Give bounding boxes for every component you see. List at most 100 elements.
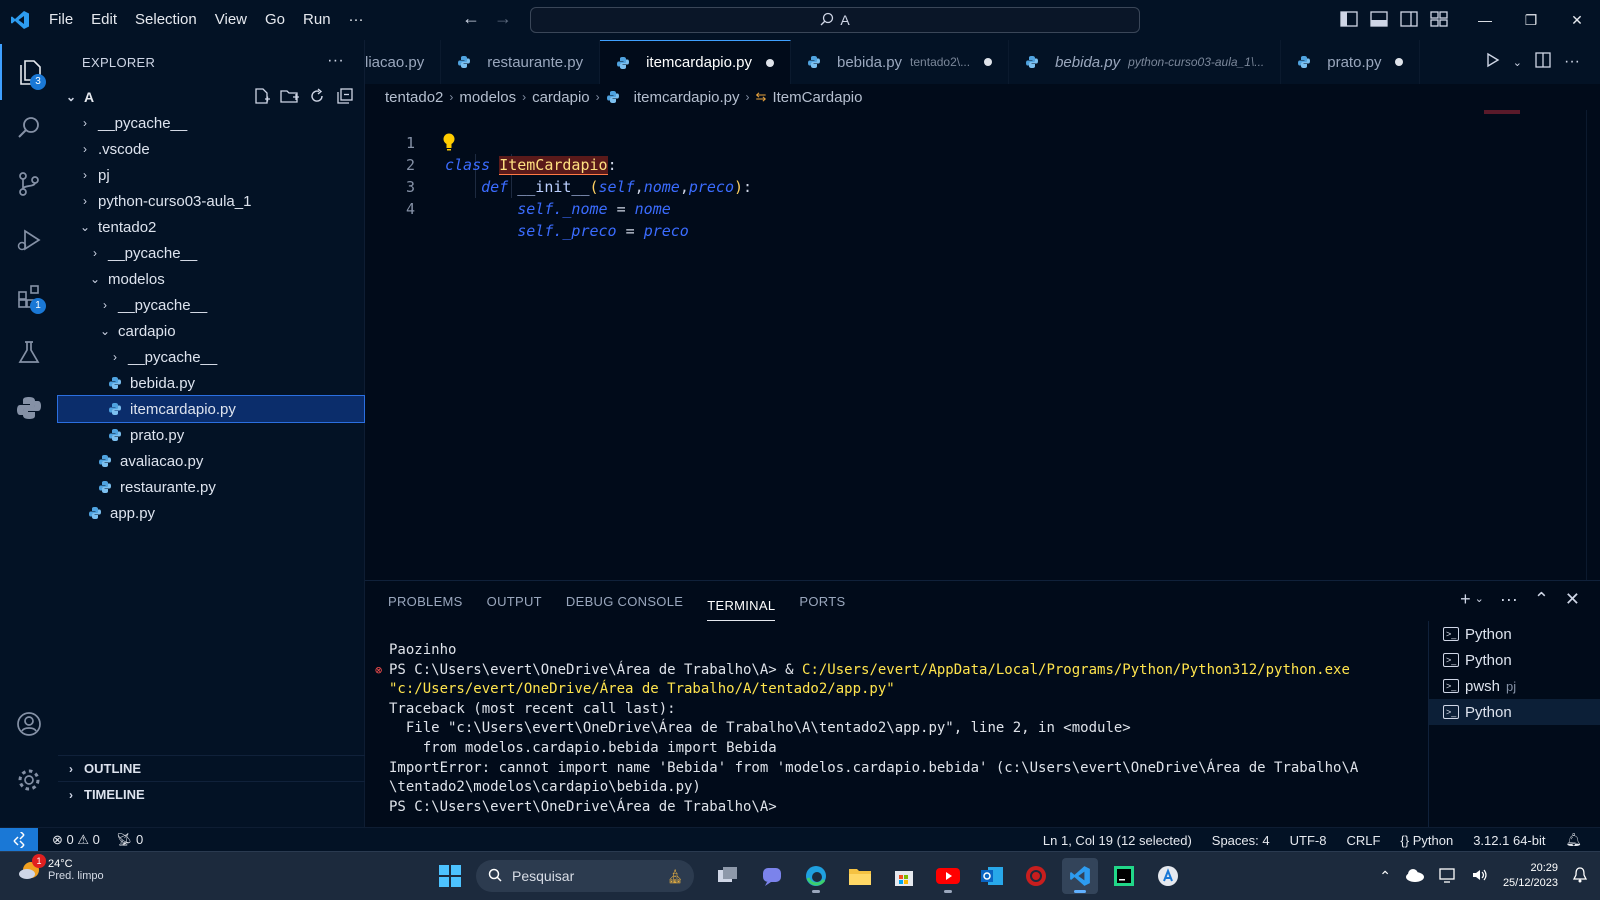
- tree-folder[interactable]: › __pycache__: [58, 240, 364, 266]
- back-arrow-icon[interactable]: ←: [462, 8, 480, 29]
- split-editor-icon[interactable]: [1534, 51, 1552, 74]
- app-store-icon[interactable]: [1150, 858, 1186, 894]
- youtube-icon[interactable]: [930, 858, 966, 894]
- breadcrumb-item[interactable]: ItemCardapio: [772, 89, 862, 106]
- breadcrumb-item[interactable]: modelos: [459, 89, 516, 106]
- volume-icon[interactable]: [1471, 867, 1489, 886]
- new-file-icon[interactable]: [252, 87, 272, 107]
- tree-file[interactable]: prato.py: [58, 422, 364, 448]
- menu-go[interactable]: Go: [256, 0, 294, 40]
- breadcrumb-item[interactable]: cardapio: [532, 89, 590, 106]
- panel-more-icon[interactable]: ···: [1500, 589, 1518, 610]
- language-mode[interactable]: {} Python: [1400, 833, 1453, 848]
- breadcrumb-item[interactable]: tentado2: [385, 89, 443, 106]
- maximize-panel-icon[interactable]: ⌃: [1534, 589, 1549, 610]
- tree-file[interactable]: bebida.py: [58, 370, 364, 396]
- security-app-icon[interactable]: [1018, 858, 1054, 894]
- file-explorer-icon[interactable]: [842, 858, 878, 894]
- tab-ports[interactable]: PORTS: [799, 581, 845, 621]
- tab-problems[interactable]: PROBLEMS: [388, 581, 463, 621]
- vscode-taskbar-icon[interactable]: [1062, 858, 1098, 894]
- command-center-search[interactable]: A: [530, 7, 1140, 33]
- tree-folder[interactable]: ⌄ cardapio: [58, 318, 364, 344]
- minimize-icon[interactable]: —: [1462, 0, 1508, 40]
- collapse-all-icon[interactable]: [336, 87, 356, 107]
- problems-status[interactable]: ⊗ 0 ⚠ 0: [52, 832, 100, 848]
- menu-edit[interactable]: Edit: [82, 0, 126, 40]
- unsaved-dot-icon[interactable]: [984, 58, 993, 66]
- outline-section[interactable]: › OUTLINE: [58, 755, 365, 781]
- menu-file[interactable]: File: [40, 0, 82, 40]
- line-ending[interactable]: CRLF: [1346, 833, 1380, 848]
- run-debug-icon[interactable]: [0, 212, 58, 268]
- tree-folder[interactable]: ⌄ tentado2: [58, 214, 364, 240]
- ports-status[interactable]: 📡︎ 0: [116, 832, 143, 848]
- taskbar-search[interactable]: Pesquisar ⛪︎: [476, 860, 694, 892]
- encoding[interactable]: UTF-8: [1290, 833, 1327, 848]
- code-editor[interactable]: 1 class ItemCardapio: 2 def __init__(sel…: [365, 110, 1600, 580]
- unsaved-dot-icon[interactable]: [1395, 58, 1404, 66]
- run-dropdown-chevron-icon[interactable]: ⌄: [1513, 56, 1522, 69]
- editor-scrollbar[interactable]: [1586, 110, 1600, 580]
- search-view-icon[interactable]: [0, 100, 58, 156]
- tab-debug-console[interactable]: DEBUG CONSOLE: [566, 581, 683, 621]
- close-window-icon[interactable]: ✕: [1554, 0, 1600, 40]
- task-view-icon[interactable]: [710, 858, 746, 894]
- terminal-dropdown-chevron-icon[interactable]: ⌄: [1475, 592, 1484, 610]
- tab-terminal[interactable]: TERMINAL: [707, 591, 776, 621]
- terminal-instance[interactable]: >_ Python: [1429, 647, 1600, 673]
- run-file-icon[interactable]: [1483, 51, 1501, 74]
- tree-file[interactable]: restaurante.py: [58, 474, 364, 500]
- new-terminal-icon[interactable]: +: [1460, 589, 1471, 610]
- terminal-instance[interactable]: >_ pwsh pj: [1429, 673, 1600, 699]
- notifications-bell-icon[interactable]: 🔔︎: [1565, 832, 1582, 848]
- accounts-icon[interactable]: [0, 696, 58, 752]
- explorer-icon[interactable]: 3: [0, 44, 58, 100]
- indentation[interactable]: Spaces: 4: [1212, 833, 1270, 848]
- menu-view[interactable]: View: [206, 0, 256, 40]
- editor-tab[interactable]: bebida.py tentado2\...: [791, 40, 1010, 84]
- workspace-folder[interactable]: ⌄ A: [58, 84, 364, 110]
- toggle-secondary-sidebar-icon[interactable]: [1400, 10, 1420, 30]
- unsaved-dot-icon[interactable]: [765, 58, 774, 67]
- menu-selection[interactable]: Selection: [126, 0, 206, 40]
- new-folder-icon[interactable]: [280, 87, 300, 107]
- testing-flask-icon[interactable]: [0, 324, 58, 380]
- network-icon[interactable]: [1439, 867, 1457, 886]
- refresh-icon[interactable]: [308, 87, 328, 107]
- terminal-instance[interactable]: >_ Python: [1429, 621, 1600, 647]
- clock[interactable]: 20:29 25/12/2023: [1503, 861, 1558, 891]
- extensions-icon[interactable]: 1: [0, 268, 58, 324]
- notification-center-icon[interactable]: [1572, 866, 1588, 886]
- editor-tab[interactable]: bebida.py python-curso03-aula_1\...: [1009, 40, 1282, 84]
- terminal-output[interactable]: Paozinho ⊗ PS C:\Users\evert\OneDrive\Áre…: [375, 641, 1419, 817]
- editor-tab[interactable]: prato.py: [1281, 40, 1421, 84]
- menu-run[interactable]: Run: [294, 0, 340, 40]
- forward-arrow-icon[interactable]: →: [494, 8, 512, 29]
- settings-gear-icon[interactable]: [0, 752, 58, 808]
- tree-file[interactable]: avaliacao.py: [58, 448, 364, 474]
- editor-tab[interactable]: liacao.py: [365, 40, 442, 84]
- cursor-position[interactable]: Ln 1, Col 19 (12 selected): [1043, 833, 1192, 848]
- pycharm-icon[interactable]: [1106, 858, 1142, 894]
- tree-folder[interactable]: › __pycache__: [58, 344, 364, 370]
- tree-file[interactable]: app.py: [58, 500, 364, 526]
- tree-folder[interactable]: › __pycache__: [58, 292, 364, 318]
- tab-output[interactable]: OUTPUT: [487, 581, 542, 621]
- toggle-panel-icon[interactable]: [1370, 10, 1390, 30]
- minimap[interactable]: [1484, 110, 1520, 114]
- teams-chat-icon[interactable]: [754, 858, 790, 894]
- customize-layout-icon[interactable]: [1430, 10, 1450, 30]
- outlook-icon[interactable]: [974, 858, 1010, 894]
- tree-folder[interactable]: › __pycache__: [58, 110, 364, 136]
- source-control-icon[interactable]: [0, 156, 58, 212]
- menu-more[interactable]: ···: [340, 0, 373, 40]
- start-windows-icon[interactable]: [432, 858, 468, 894]
- edge-browser-icon[interactable]: [798, 858, 834, 894]
- restore-icon[interactable]: ❐: [1508, 0, 1554, 40]
- timeline-section[interactable]: › TIMELINE: [58, 781, 365, 807]
- editor-tab[interactable]: itemcardapio.py: [600, 40, 791, 84]
- explorer-more-icon[interactable]: ···: [327, 52, 344, 70]
- close-panel-icon[interactable]: ✕: [1565, 589, 1580, 610]
- tree-file[interactable]: itemcardapio.py: [57, 395, 365, 423]
